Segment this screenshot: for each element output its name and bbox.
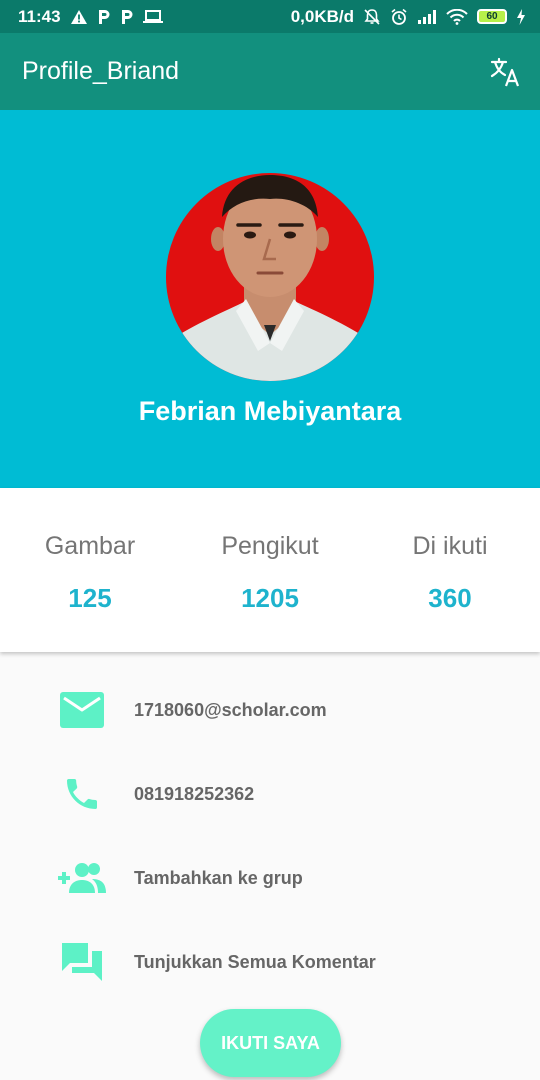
status-bar-right: 0,0KB/d 60 <box>291 7 526 27</box>
battery-level: 60 <box>486 11 498 22</box>
info-row-phone[interactable]: 081918252362 <box>0 752 540 836</box>
warning-icon <box>70 9 88 25</box>
info-row-group[interactable]: Tambahkan ke grup <box>0 836 540 920</box>
stat-label: Pengikut <box>221 532 319 560</box>
info-list: 1718060@scholar.com 081918252362 Tambahk… <box>0 668 540 1004</box>
parking-icon <box>120 9 134 25</box>
comments-text: Tunjukkan Semua Komentar <box>134 951 376 972</box>
alarm-icon <box>390 8 408 26</box>
stat-value: 125 <box>68 583 112 613</box>
phone-text: 081918252362 <box>134 783 255 804</box>
stat-diikuti[interactable]: Di ikuti 360 <box>360 488 540 652</box>
app-title: Profile_Briand <box>22 57 180 85</box>
charging-icon <box>516 8 526 25</box>
comments-icon <box>54 941 110 983</box>
profile-header: Febrian Mebiyantara <box>0 110 540 488</box>
follow-button[interactable]: IKUTI SAYA <box>200 1009 341 1077</box>
info-row-comments[interactable]: Tunjukkan Semua Komentar <box>0 920 540 1004</box>
mute-icon <box>363 8 381 26</box>
group-add-icon <box>54 861 110 895</box>
parking-icon <box>97 9 111 25</box>
translate-icon <box>490 57 520 86</box>
stat-pengikut[interactable]: Pengikut 1205 <box>180 488 360 652</box>
group-text: Tambahkan ke grup <box>134 867 303 888</box>
status-bar-left: 11:43 <box>18 7 163 27</box>
wifi-icon <box>446 8 468 25</box>
stat-gambar[interactable]: Gambar 125 <box>0 488 180 652</box>
stat-value: 1205 <box>241 583 299 613</box>
phone-icon <box>54 774 110 814</box>
laptop-icon <box>142 9 163 24</box>
email-text: 1718060@scholar.com <box>134 699 327 720</box>
battery-icon: 60 <box>477 9 507 24</box>
stat-label: Di ikuti <box>412 532 488 560</box>
stat-label: Gambar <box>44 532 136 560</box>
status-bar: 11:43 0,0KB/d 60 <box>0 0 540 33</box>
email-icon <box>54 692 110 728</box>
signal-icon <box>417 9 437 25</box>
stats-card: Gambar 125 Pengikut 1205 Di ikuti 360 <box>0 488 540 652</box>
avatar <box>166 173 374 381</box>
translate-button[interactable] <box>488 55 522 89</box>
profile-name: Febrian Mebiyantara <box>138 396 402 426</box>
stat-value: 360 <box>428 583 472 613</box>
network-speed: 0,0KB/d <box>290 6 354 26</box>
info-row-email[interactable]: 1718060@scholar.com <box>0 668 540 752</box>
status-time: 11:43 <box>18 6 61 26</box>
app-bar: Profile_Briand <box>0 33 540 110</box>
